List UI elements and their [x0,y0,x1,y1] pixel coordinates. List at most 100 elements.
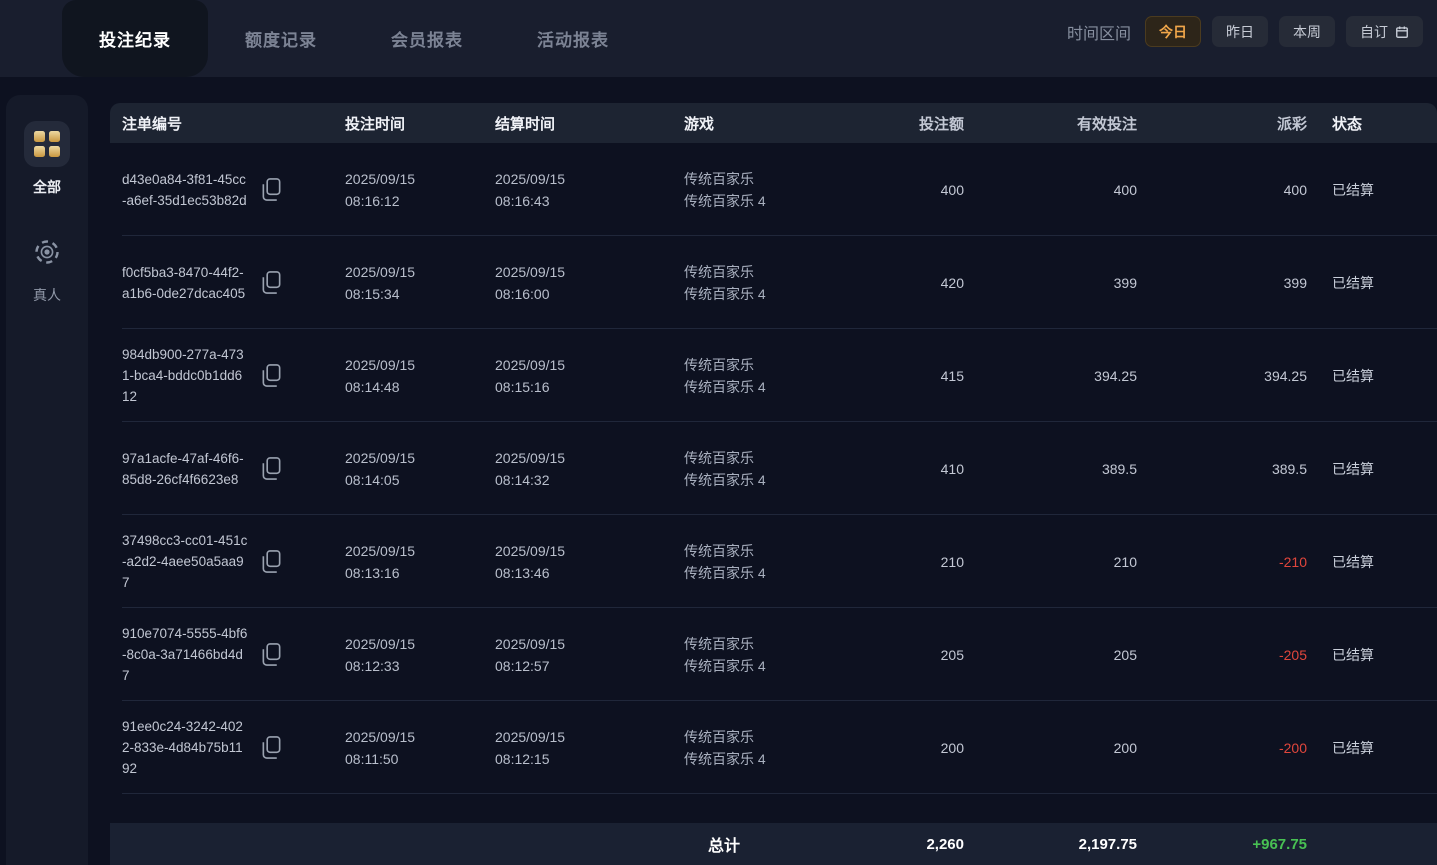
casino-chip-icon [34,229,60,275]
copy-icon[interactable] [260,734,283,761]
bet-records-table: 注单编号 投注时间 结算时间 游戏 投注额 有效投注 派彩 状态 d43e0a8… [110,103,1437,794]
bet-id: f0cf5ba3-8470-44f2-a1b6-0de27dcac405 [110,262,248,304]
copy-cell [260,548,345,575]
payout: 400 [1137,182,1307,198]
bet-amount: 400 [814,182,964,198]
bet-id: 984db900-277a-4731-bca4-bddc0b1dd612 [110,344,248,407]
copy-icon[interactable] [260,176,283,203]
game-name: 传统百家乐 [684,726,814,748]
tab-credit-records[interactable]: 额度记录 [208,0,354,77]
settle-time: 08:16:43 [495,190,684,212]
settle-date: 2025/09/15 [495,261,684,283]
table-row: 37498cc3-cc01-451c-a2d2-4aee50a5aa97 202… [110,515,1437,608]
valid-bet: 400 [964,182,1137,198]
copy-icon[interactable] [260,548,283,575]
time-filter-yesterday-button[interactable]: 昨日 [1212,16,1268,47]
bet-time: 08:12:33 [345,655,495,677]
game-name: 传统百家乐 [684,354,814,376]
bet-date: 2025/09/15 [345,540,495,562]
game-name: 传统百家乐 [684,168,814,190]
game-table-name: 传统百家乐 4 [684,190,814,212]
top-bar: 投注纪录 额度记录 会员报表 活动报表 时间区间 今日 昨日 本周 自订 [0,0,1437,77]
time-filter-thisweek-button[interactable]: 本周 [1279,16,1335,47]
bet-date: 2025/09/15 [345,168,495,190]
totals-label: 总计 [684,832,814,856]
totals-bet-amount: 2,260 [814,836,964,853]
game-name: 传统百家乐 [684,540,814,562]
grid-icon [24,121,70,167]
settle-date: 2025/09/15 [495,447,684,469]
time-range-filter: 时间区间 今日 昨日 本周 自订 [1067,16,1423,47]
settle-time: 08:14:32 [495,469,684,491]
tab-activity-report[interactable]: 活动报表 [500,0,646,77]
settle-time-cell: 2025/09/15 08:16:00 [495,261,684,305]
game-name: 传统百家乐 [684,261,814,283]
table-row: 97a1acfe-47af-46f6-85d8-26cf4f6623e8 202… [110,422,1437,515]
settle-date: 2025/09/15 [495,354,684,376]
payout: 399 [1137,275,1307,291]
bet-amount: 410 [814,461,964,477]
status-badge: 已结算 [1307,180,1437,200]
sidebar-item-live[interactable]: 真人 [33,229,61,305]
status-badge: 已结算 [1307,552,1437,572]
bet-date: 2025/09/15 [345,447,495,469]
bet-amount: 200 [814,740,964,756]
sidebar-item-all[interactable]: 全部 [24,121,70,197]
game-name: 传统百家乐 [684,633,814,655]
payout: -200 [1137,740,1307,756]
bet-amount: 210 [814,554,964,570]
valid-bet: 210 [964,554,1137,570]
time-filter-today-button[interactable]: 今日 [1145,16,1201,47]
copy-icon[interactable] [260,269,283,296]
valid-bet: 399 [964,275,1137,291]
copy-icon[interactable] [260,362,283,389]
copy-cell [260,176,345,203]
bet-time: 08:14:05 [345,469,495,491]
settle-time: 08:12:57 [495,655,684,677]
col-bet-amount: 投注额 [814,113,964,134]
settle-time-cell: 2025/09/15 08:13:46 [495,540,684,584]
game-table-name: 传统百家乐 4 [684,469,814,491]
status-badge: 已结算 [1307,738,1437,758]
col-game: 游戏 [684,113,814,134]
col-status: 状态 [1307,113,1437,134]
settle-time: 08:15:16 [495,376,684,398]
copy-icon[interactable] [260,641,283,668]
status-badge: 已结算 [1307,459,1437,479]
col-settle-time: 结算时间 [495,113,684,134]
table-row: d43e0a84-3f81-45cc-a6ef-35d1ec53b82d 202… [110,143,1437,236]
table-body: d43e0a84-3f81-45cc-a6ef-35d1ec53b82d 202… [110,143,1437,794]
sidebar-item-live-label: 真人 [33,285,61,305]
table-row: f0cf5ba3-8470-44f2-a1b6-0de27dcac405 202… [110,236,1437,329]
settle-date: 2025/09/15 [495,168,684,190]
col-payout: 派彩 [1137,113,1307,134]
bet-date: 2025/09/15 [345,633,495,655]
payout: 394.25 [1137,368,1307,384]
time-filter-custom-button[interactable]: 自订 [1346,16,1423,47]
bet-time: 08:11:50 [345,748,495,770]
bet-time-cell: 2025/09/15 08:15:34 [345,261,495,305]
tab-member-report[interactable]: 会员报表 [354,0,500,77]
game-name: 传统百家乐 [684,447,814,469]
game-cell: 传统百家乐 传统百家乐 4 [684,633,814,677]
copy-cell [260,362,345,389]
settle-time: 08:13:46 [495,562,684,584]
bet-time-cell: 2025/09/15 08:14:05 [345,447,495,491]
payout: -205 [1137,647,1307,663]
game-cell: 传统百家乐 传统百家乐 4 [684,540,814,584]
bet-date: 2025/09/15 [345,261,495,283]
tab-bet-records[interactable]: 投注纪录 [62,0,208,77]
bet-id: 91ee0c24-3242-4022-833e-4d84b75b1192 [110,716,248,779]
bet-time: 08:13:16 [345,562,495,584]
payout: 389.5 [1137,461,1307,477]
settle-date: 2025/09/15 [495,726,684,748]
bet-amount: 205 [814,647,964,663]
totals-row: 总计 2,260 2,197.75 +967.75 [110,823,1437,865]
game-cell: 传统百家乐 传统百家乐 4 [684,168,814,212]
game-cell: 传统百家乐 传统百家乐 4 [684,261,814,305]
time-range-label: 时间区间 [1067,20,1131,44]
settle-date: 2025/09/15 [495,633,684,655]
bet-time-cell: 2025/09/15 08:12:33 [345,633,495,677]
copy-icon[interactable] [260,455,283,482]
game-cell: 传统百家乐 传统百家乐 4 [684,726,814,770]
